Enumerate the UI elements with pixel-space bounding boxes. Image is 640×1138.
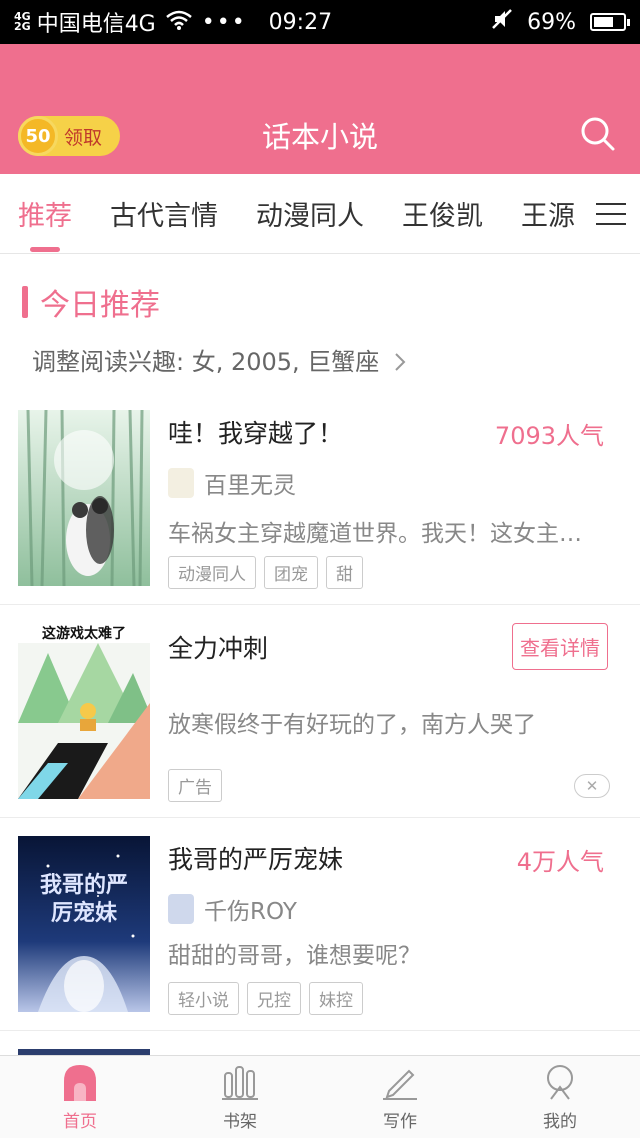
battery-percent: 69% xyxy=(527,9,576,35)
book-cover xyxy=(18,410,150,586)
status-bar: 4G 2G 中国电信4G ••• 09:27 69% xyxy=(0,0,640,44)
tab-anime-fanfic[interactable]: 动漫同人 xyxy=(256,174,364,254)
author-name: 百里无灵 xyxy=(204,473,296,499)
book-description: 甜甜的哥哥，谁想要呢？ xyxy=(168,943,421,969)
ad-tag: 广告 xyxy=(168,769,222,802)
home-icon xyxy=(64,1065,96,1101)
ad-label: 广告 xyxy=(168,769,222,802)
view-details-button[interactable]: 查看详情 xyxy=(512,623,608,670)
ad-cover-text: 这游戏太难了 xyxy=(42,626,126,642)
book-list-item[interactable]: 哇！我穿越了！ 7093人气 百里无灵 车祸女主穿越魔道世界。我天！这女主… 动… xyxy=(0,392,640,605)
mute-icon xyxy=(491,8,513,36)
ad-description: 放寒假终于有好玩的了，南方人哭了 xyxy=(168,712,536,738)
category-tabs: 推荐 古代言情 动漫同人 王俊凯 王源 xyxy=(0,174,640,254)
author-avatar xyxy=(168,894,194,924)
nav-label: 我的 xyxy=(543,1112,577,1132)
tab-menu-icon[interactable] xyxy=(582,174,640,253)
author: 百里无灵 xyxy=(168,466,296,500)
book-title: 我哥的严厉宠妹 xyxy=(168,845,344,874)
tab-ancient-romance[interactable]: 古代言情 xyxy=(110,174,218,254)
section-heading: 今日推荐 xyxy=(22,280,160,324)
tag[interactable]: 轻小说 xyxy=(168,982,239,1015)
interest-text: 调整阅读兴趣: 女, 2005, 巨蟹座 xyxy=(32,348,380,376)
book-title: 哇！我穿越了！ xyxy=(168,419,344,448)
nav-label: 首页 xyxy=(63,1112,97,1132)
tag[interactable]: 甜 xyxy=(326,556,363,589)
wifi-icon xyxy=(165,10,192,35)
close-ad-icon[interactable]: ✕ xyxy=(574,774,610,798)
cover-title-text: 我哥的严 厉宠妹 xyxy=(39,873,128,926)
app-header: 50 领取 话本小说 xyxy=(0,44,640,174)
popularity-count: 7093人气 xyxy=(494,422,604,450)
nav-home[interactable]: 首页 xyxy=(0,1056,160,1138)
book-description: 车祸女主穿越魔道世界。我天！这女主… xyxy=(168,521,582,547)
tag[interactable]: 动漫同人 xyxy=(168,556,256,589)
section-title: 今日推荐 xyxy=(40,288,160,323)
battery-icon xyxy=(590,13,630,31)
author-name: 千伤ROY xyxy=(204,899,297,925)
ad-cover: 这游戏太难了 xyxy=(18,623,150,799)
signal-icon: 4G 2G xyxy=(14,10,31,33)
popularity-count: 4万人气 xyxy=(516,848,604,876)
bottom-nav: 首页 书架 写作 我的 xyxy=(0,1055,640,1138)
author-avatar xyxy=(168,468,194,498)
nav-label: 写作 xyxy=(383,1112,417,1132)
tag[interactable]: 妹控 xyxy=(309,982,363,1015)
tab-wang-junkai[interactable]: 王俊凯 xyxy=(402,174,483,254)
tag[interactable]: 团宠 xyxy=(264,556,318,589)
carrier-name: 中国电信4G xyxy=(36,12,156,37)
pencil-icon xyxy=(383,1069,417,1100)
clock: 09:27 xyxy=(268,9,333,35)
more-dots: ••• xyxy=(201,9,247,35)
tag-list: 轻小说 兄控 妹控 xyxy=(168,982,363,1015)
search-icon[interactable] xyxy=(578,114,618,154)
tab-wang-yuan[interactable]: 王源 xyxy=(521,174,575,254)
section-bar xyxy=(22,286,28,318)
nav-label: 书架 xyxy=(223,1112,257,1132)
tag[interactable]: 兄控 xyxy=(247,982,301,1015)
ad-list-item[interactable]: 这游戏太难了 全力冲刺 查看详情 放寒假终于有好玩的了，南方人哭了 广告 ✕ xyxy=(0,605,640,818)
ad-title: 全力冲刺 xyxy=(168,634,269,663)
chevron-right-icon xyxy=(387,348,407,376)
book-list-item[interactable]: 我哥的严 厉宠妹 我哥的严厉宠妹 4万人气 千伤ROY 甜甜的哥哥，谁想要呢？ … xyxy=(0,818,640,1031)
author: 千伤ROY xyxy=(168,892,297,926)
nav-profile[interactable]: 我的 xyxy=(480,1056,640,1138)
nav-write[interactable]: 写作 xyxy=(320,1056,480,1138)
tab-recommend[interactable]: 推荐 xyxy=(18,174,72,254)
book-cover: 我哥的严 厉宠妹 xyxy=(18,836,150,1012)
bookshelf-icon xyxy=(222,1066,258,1100)
tag-list: 动漫同人 团宠 甜 xyxy=(168,556,363,589)
profile-icon xyxy=(547,1065,573,1100)
app-title: 话本小说 xyxy=(261,120,378,154)
nav-bookshelf[interactable]: 书架 xyxy=(160,1056,320,1138)
adjust-interest-link[interactable]: 调整阅读兴趣: 女, 2005, 巨蟹座 xyxy=(32,342,407,377)
